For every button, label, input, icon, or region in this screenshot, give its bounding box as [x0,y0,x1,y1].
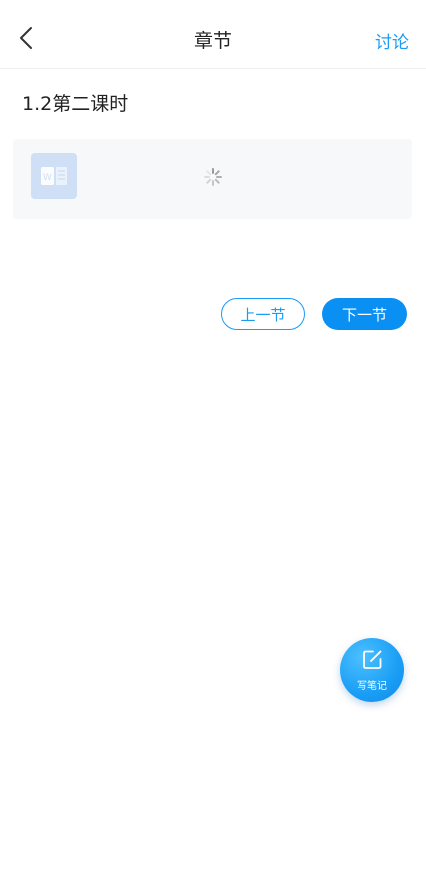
loading-spinner-icon [203,167,223,187]
write-note-label: 写笔记 [357,681,387,692]
svg-text:W: W [43,173,52,183]
prev-section-button[interactable]: 上一节 [221,298,305,330]
page-title: 章节 [193,30,232,52]
section-title: 1.2第二课时 [22,93,129,115]
word-document-icon: W [31,153,77,199]
edit-note-icon [363,650,382,669]
next-section-button[interactable]: 下一节 [322,298,407,330]
discuss-link[interactable]: 讨论 [375,28,409,53]
attachment-card[interactable]: W [13,139,412,219]
write-note-button[interactable]: 写笔记 [340,638,404,702]
top-bar: 章节 讨论 [0,0,426,69]
